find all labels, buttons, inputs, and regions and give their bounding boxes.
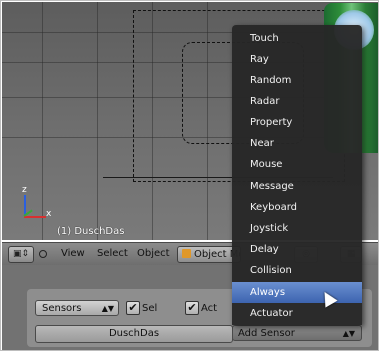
updown-arrow-icon: ▲▼ xyxy=(342,329,355,338)
sensors-dropdown[interactable]: Sensors ▲▼ xyxy=(35,300,119,316)
object-name-button[interactable]: DuschDas xyxy=(35,325,233,343)
menu-item-radar[interactable]: Radar xyxy=(232,91,362,112)
grid-line xyxy=(42,2,43,240)
menu-object[interactable]: Object xyxy=(137,248,170,259)
menu-item-property[interactable]: Property xyxy=(232,112,362,133)
menu-item-always[interactable]: Always xyxy=(232,282,362,303)
object-mode-icon xyxy=(182,249,191,258)
sel-checkbox[interactable]: ✔ xyxy=(126,301,140,315)
menu-item-joystick[interactable]: Joystick xyxy=(232,218,362,239)
menu-toggle-icon[interactable] xyxy=(39,250,47,258)
menu-item-message[interactable]: Message xyxy=(232,176,362,197)
menu-item-near[interactable]: Near xyxy=(232,133,362,154)
sensors-dropdown-label: Sensors xyxy=(42,303,82,314)
menu-item-mouse[interactable]: Mouse xyxy=(232,154,362,175)
x-axis-line xyxy=(24,216,46,218)
menu-item-collision[interactable]: Collision xyxy=(232,260,362,281)
viewport-object-label: (1) DuschDas xyxy=(57,226,125,237)
z-axis-label: z xyxy=(22,185,27,195)
grid-line xyxy=(97,2,98,240)
cube-editor-icon: ▣⇕ xyxy=(12,249,30,259)
menu-item-touch[interactable]: Touch xyxy=(232,28,362,49)
add-sensor-menu: Touch Ray Random Radar Property Near Mou… xyxy=(232,25,362,325)
blender-window: z x (1) DuschDas ▣⇕ View Select Object O… xyxy=(0,0,379,351)
act-checkbox[interactable]: ✔ xyxy=(185,301,199,315)
menu-item-delay[interactable]: Delay xyxy=(232,239,362,260)
menu-item-ray[interactable]: Ray xyxy=(232,49,362,70)
add-sensor-label: Add Sensor xyxy=(238,328,295,339)
add-sensor-button[interactable]: Add Sensor ▲▼ xyxy=(232,325,362,341)
menu-view[interactable]: View xyxy=(61,248,85,259)
act-label: Act xyxy=(201,303,218,314)
editor-type-selector[interactable]: ▣⇕ xyxy=(8,246,34,263)
menu-item-random[interactable]: Random xyxy=(232,70,362,91)
x-axis-label: x xyxy=(46,209,52,219)
updown-arrow-icon: ▲▼ xyxy=(101,304,114,313)
menu-select[interactable]: Select xyxy=(97,248,128,259)
menu-item-actuator[interactable]: Actuator xyxy=(232,303,362,324)
sel-label: Sel xyxy=(142,303,158,314)
menu-item-keyboard[interactable]: Keyboard xyxy=(232,197,362,218)
